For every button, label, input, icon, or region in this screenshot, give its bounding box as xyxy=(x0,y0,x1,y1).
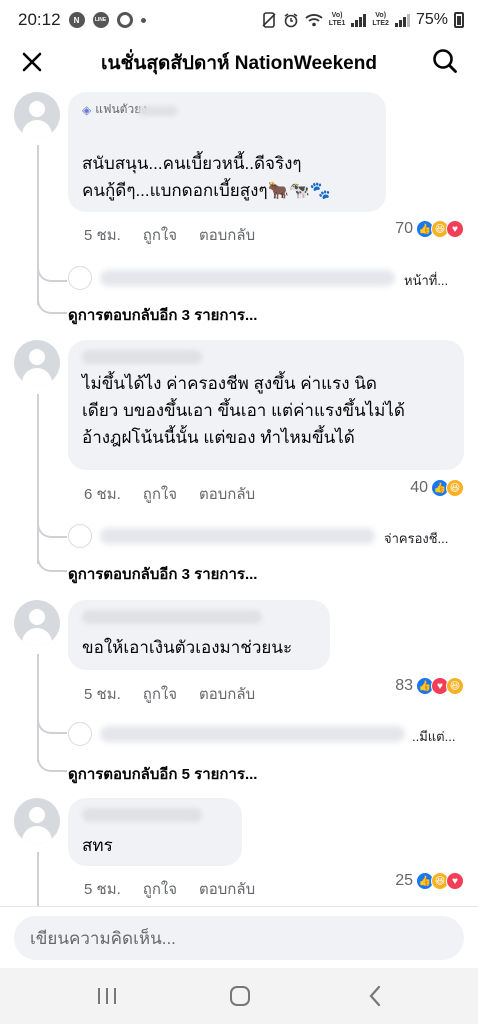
reaction-count: 70 xyxy=(395,220,413,237)
comment-input[interactable]: เขียนความคิดเห็น... xyxy=(14,916,464,960)
like-button[interactable]: ถูกใจ xyxy=(143,877,177,901)
back-icon xyxy=(369,985,381,1007)
sim2-label: Vo) LTE2 xyxy=(372,12,389,27)
chrome-icon xyxy=(116,12,133,28)
like-button[interactable]: ถูกใจ xyxy=(143,223,177,247)
close-button[interactable] xyxy=(16,46,48,78)
commenter-name-blurred[interactable] xyxy=(82,350,202,364)
haha-reaction-icon: 😆 xyxy=(446,479,464,497)
thread-line xyxy=(37,394,39,564)
avatar[interactable] xyxy=(14,340,60,386)
comment-time: 6 ชม. xyxy=(84,486,121,503)
comment-text: สนับสนุน...คนเบี้ยวหนี้..ดีจริงๆ คนกู้ดี… xyxy=(82,154,332,200)
reply-avatar[interactable] xyxy=(68,722,92,746)
comment-bubble[interactable]: ◈ แฟนตัวยง สนับสนุน...คนเบี้ยวหนี้..ดีจริ… xyxy=(68,92,386,212)
comment-bubble[interactable]: ไม่ขึ้นได้ไง ค่าครองชีพ สูงขึ้น ค่าแรง น… xyxy=(68,340,464,470)
reactions-summary[interactable]: 40 👍 😆 xyxy=(410,479,464,497)
reply-preview-blurred[interactable] xyxy=(100,270,395,286)
reply-preview-text[interactable]: หน้าที่... xyxy=(404,270,448,291)
avatar[interactable] xyxy=(14,600,60,646)
avatar[interactable] xyxy=(14,92,60,138)
comment-text: ไม่ขึ้นได้ไง ค่าครองชีพ สูงขึ้น ค่าแรง น… xyxy=(82,374,405,447)
comment-actions: 5 ชม. ถูกใจ ตอบกลับ xyxy=(84,877,255,901)
diamond-icon: ◈ xyxy=(82,102,92,117)
reply-preview-blurred[interactable] xyxy=(100,528,375,544)
reply-connector xyxy=(37,262,67,282)
recents-button[interactable] xyxy=(92,982,122,1010)
thread-line xyxy=(37,145,39,305)
line-app-icon: LINE xyxy=(92,12,109,28)
recents-icon xyxy=(98,988,116,1004)
sim2-signal-icon xyxy=(394,13,410,27)
comment-time: 5 ชม. xyxy=(84,227,121,244)
reply-connector xyxy=(37,518,67,538)
comment-time: 5 ชม. xyxy=(84,881,121,898)
reply-connector xyxy=(37,714,67,734)
reaction-count: 83 xyxy=(395,677,413,694)
wifi-icon xyxy=(305,14,323,27)
home-icon xyxy=(230,986,250,1006)
reply-preview-blurred[interactable] xyxy=(100,726,405,742)
reply-avatar[interactable] xyxy=(68,524,92,548)
thread-line xyxy=(37,852,39,906)
comment-text: ขอให้เอาเงินตัวเองมาช่วยนะ xyxy=(82,638,293,657)
reactions-summary[interactable]: 70 👍 😆 ♥ xyxy=(395,220,464,238)
avatar[interactable] xyxy=(14,798,60,844)
comment-time: 5 ชม. xyxy=(84,686,121,703)
home-button[interactable] xyxy=(225,982,255,1010)
reaction-count: 25 xyxy=(395,872,413,889)
love-reaction-icon: ♥ xyxy=(446,220,464,238)
more-replies-connector xyxy=(37,752,67,772)
status-bar: 20:12 N LINE Vo) LTE1 Vo) LTE2 75% xyxy=(0,0,478,40)
reply-preview-text[interactable]: จ่าครองชี... xyxy=(384,528,448,549)
battery-percent: 75% xyxy=(415,11,448,28)
reactions-summary[interactable]: 25 👍 😆 ♥ xyxy=(395,872,464,890)
reactions-summary[interactable]: 83 👍 ♥ 😆 xyxy=(395,677,464,695)
status-left: 20:12 N LINE xyxy=(18,10,146,30)
status-right: Vo) LTE1 Vo) LTE2 75% xyxy=(261,11,464,29)
status-time: 20:12 xyxy=(18,10,61,29)
like-button[interactable]: ถูกใจ xyxy=(143,682,177,706)
system-navigation-bar xyxy=(0,968,478,1024)
commenter-name-blurred[interactable] xyxy=(138,106,178,116)
sim1-signal-icon xyxy=(351,13,367,27)
reply-button[interactable]: ตอบกลับ xyxy=(199,682,255,706)
more-replies-connector xyxy=(37,552,67,572)
silent-icon xyxy=(262,12,276,28)
notification-n-icon: N xyxy=(68,12,85,28)
like-button[interactable]: ถูกใจ xyxy=(143,482,177,506)
commenter-name-blurred[interactable] xyxy=(82,808,202,822)
view-more-replies-link[interactable]: ดูการตอบกลับอีก 3 รายการ... xyxy=(68,562,257,586)
comment-actions: 6 ชม. ถูกใจ ตอบกลับ xyxy=(84,482,255,506)
view-more-replies-link[interactable]: ดูการตอบกลับอีก 3 รายการ... xyxy=(68,303,257,327)
more-replies-connector xyxy=(37,294,67,314)
thread-line xyxy=(37,654,39,762)
comment-composer-bar: เขียนความคิดเห็น... xyxy=(0,906,478,968)
close-icon xyxy=(22,52,42,72)
battery-icon xyxy=(454,12,464,28)
comment-actions: 5 ชม. ถูกใจ ตอบกลับ xyxy=(84,223,255,247)
search-button[interactable] xyxy=(428,44,462,78)
comment-bubble[interactable]: ขอให้เอาเงินตัวเองมาช่วยนะ xyxy=(68,600,330,670)
reply-avatar[interactable] xyxy=(68,266,92,290)
love-reaction-icon: ♥ xyxy=(446,872,464,890)
reply-button[interactable]: ตอบกลับ xyxy=(199,482,255,506)
comment-actions: 5 ชม. ถูกใจ ตอบกลับ xyxy=(84,682,255,706)
haha-reaction-icon: 😆 xyxy=(446,677,464,695)
alarm-icon xyxy=(284,13,298,28)
reply-button[interactable]: ตอบกลับ xyxy=(199,223,255,247)
commenter-name-blurred[interactable] xyxy=(82,610,262,624)
comment-bubble[interactable]: สทร xyxy=(68,798,242,866)
reaction-count: 40 xyxy=(410,479,428,496)
search-icon xyxy=(433,49,457,73)
back-button[interactable] xyxy=(360,982,390,1010)
comment-text: สทร xyxy=(82,836,113,855)
reply-preview-text[interactable]: ..มีแต่... xyxy=(412,726,455,747)
more-notifications-dot xyxy=(140,17,146,23)
reply-button[interactable]: ตอบกลับ xyxy=(199,877,255,901)
sim1-label: Vo) LTE1 xyxy=(328,12,346,27)
view-more-replies-link[interactable]: ดูการตอบกลับอีก 5 รายการ... xyxy=(68,762,257,786)
page-title: เนชั่นสุดสัปดาห์ NationWeekend xyxy=(101,53,377,74)
page-header: เนชั่นสุดสัปดาห์ NationWeekend xyxy=(0,40,478,82)
